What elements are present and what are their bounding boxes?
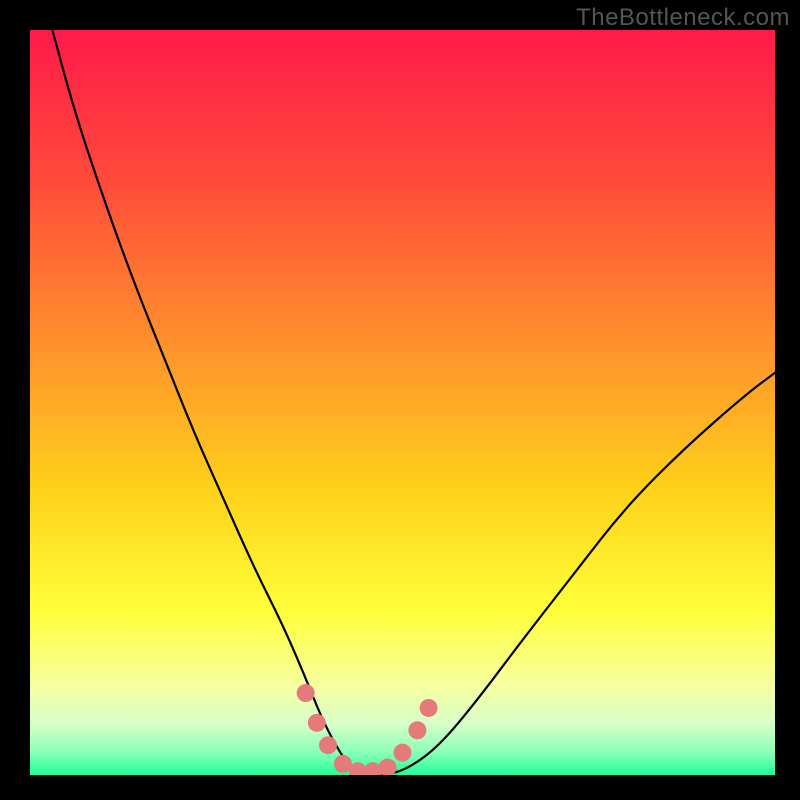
gradient-background: [30, 30, 775, 775]
chart-frame: TheBottleneck.com: [0, 0, 800, 800]
highlight-dot: [408, 721, 426, 739]
highlight-dot: [297, 684, 315, 702]
highlight-dot: [308, 714, 326, 732]
highlight-dot: [319, 736, 337, 754]
chart-svg: [30, 30, 775, 775]
watermark-text: TheBottleneck.com: [576, 4, 790, 32]
highlight-dot: [420, 699, 438, 717]
plot-area: [30, 30, 775, 775]
highlight-dot: [394, 744, 412, 762]
